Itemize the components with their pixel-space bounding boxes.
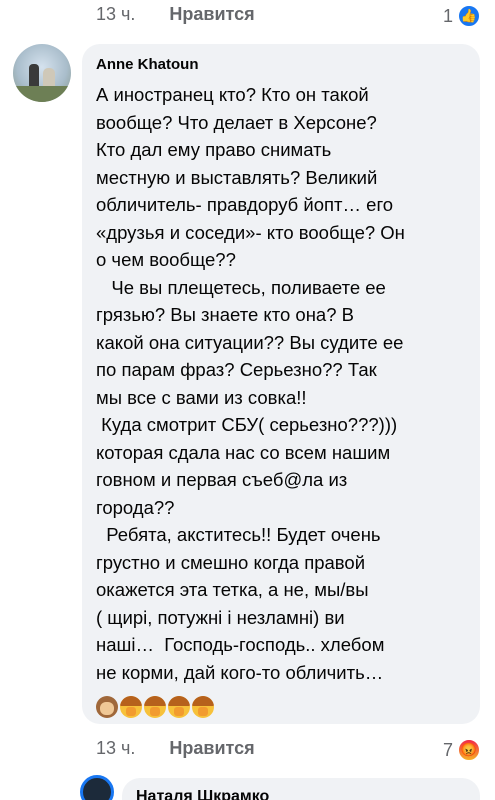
comment-text: А иностранец кто? Кто он такой вообще? Ч… [96,84,405,683]
facepalm-woman-icon [168,696,190,718]
reaction-summary-bottom[interactable]: 7 😡 [443,738,481,762]
reaction-count: 7 [442,739,453,760]
thumbs-up-icon: 👍 [457,4,481,28]
comment-meta-bottom: 13 ч. Нравится [96,738,255,759]
reply-avatar[interactable] [80,775,114,800]
facepalm-woman-icon [120,696,142,718]
see-no-evil-monkey-icon [96,696,118,718]
reply-bubble: Наталя Шкрамко [122,778,480,800]
comment-bubble: Anne Khatoun А иностранец кто? Кто он та… [82,44,480,724]
comment-author[interactable]: Anne Khatoun [96,56,466,73]
emoji-row [96,696,214,718]
reply-author[interactable]: Наталя Шкрамко [136,788,269,800]
avatar[interactable] [13,44,71,102]
like-button[interactable]: Нравится [169,4,254,25]
reaction-summary-top[interactable]: 1 👍 [443,4,481,28]
facepalm-woman-icon [144,696,166,718]
reaction-count: 1 [442,5,453,26]
like-button[interactable]: Нравится [169,738,254,759]
timestamp[interactable]: 13 ч. [96,4,135,25]
comment-meta-top: 13 ч. Нравится [96,4,255,25]
timestamp[interactable]: 13 ч. [96,738,135,759]
angry-face-icon: 😡 [457,738,481,762]
facepalm-woman-icon [192,696,214,718]
